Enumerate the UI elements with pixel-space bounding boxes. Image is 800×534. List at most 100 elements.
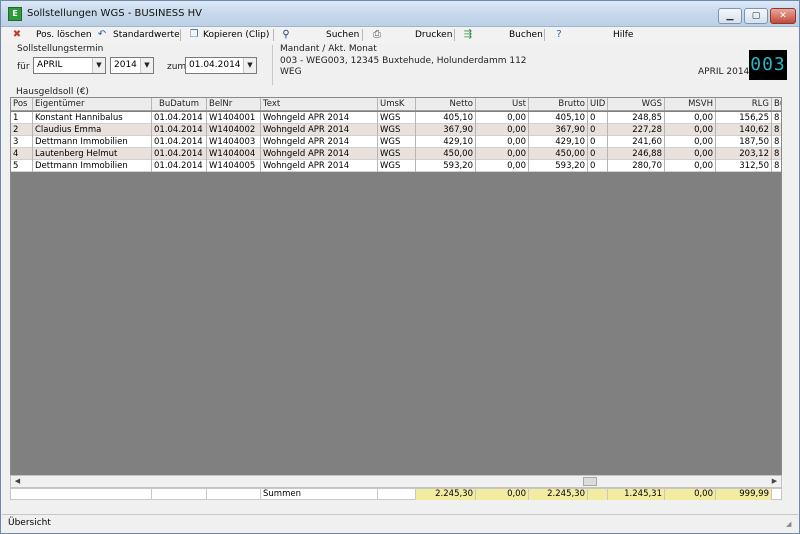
scrollbar-thumb[interactable] bbox=[583, 477, 597, 486]
table-cell[interactable]: 5 bbox=[11, 160, 33, 172]
table-cell[interactable]: W1404001 bbox=[207, 112, 261, 124]
table-cell[interactable]: 0,00 bbox=[665, 136, 716, 148]
title-bar[interactable]: E Sollstellungen WGS - BUSINESS HV ▁ ▢ ✕ bbox=[1, 1, 799, 27]
help-button[interactable]: Hilfe bbox=[613, 28, 633, 42]
table-cell[interactable]: 312,50 bbox=[716, 160, 772, 172]
chevron-down-icon[interactable]: ▼ bbox=[243, 58, 256, 73]
undo-icon[interactable]: ↶ bbox=[96, 29, 108, 41]
data-grid[interactable]: Pos Eigentümer BuDatum BelNr Text UmsK Netto Us… bbox=[10, 97, 782, 476]
table-cell[interactable]: 0,00 bbox=[476, 112, 529, 124]
column-header[interactable]: UID bbox=[588, 98, 608, 110]
table-cell[interactable]: 0,00 bbox=[476, 124, 529, 136]
table-cell[interactable]: 156,25 bbox=[716, 112, 772, 124]
chevron-down-icon[interactable]: ▼ bbox=[140, 58, 153, 73]
book-entry-icon[interactable]: ⇶ bbox=[462, 29, 474, 41]
date-picker[interactable]: 01.04.2014 ▼ bbox=[185, 57, 257, 74]
table-cell[interactable]: Wohngeld APR 2014 bbox=[261, 124, 378, 136]
table-cell[interactable]: 1 bbox=[11, 112, 33, 124]
table-cell[interactable]: 593,20 bbox=[529, 160, 588, 172]
table-cell[interactable]: 01.04.2014 bbox=[152, 148, 207, 160]
table-cell[interactable]: W1404005 bbox=[207, 160, 261, 172]
table-cell[interactable]: 0 bbox=[588, 148, 608, 160]
table-cell[interactable]: WGS bbox=[378, 160, 416, 172]
maximize-button[interactable]: ▢ bbox=[744, 8, 768, 24]
column-header[interactable]: BelNr bbox=[207, 98, 261, 110]
column-header[interactable]: Text bbox=[261, 98, 378, 110]
binoculars-icon[interactable]: ⚲ bbox=[280, 29, 292, 41]
table-cell[interactable]: Konstant Hannibalus bbox=[33, 112, 152, 124]
column-header[interactable]: Ust bbox=[476, 98, 529, 110]
table-cell[interactable]: 450,00 bbox=[416, 148, 476, 160]
print-button[interactable]: Drucken bbox=[415, 28, 452, 42]
month-select[interactable]: APRIL ▼ bbox=[33, 57, 106, 74]
table-cell[interactable]: 0,00 bbox=[665, 124, 716, 136]
column-header[interactable]: MSVH bbox=[665, 98, 716, 110]
table-row[interactable]: 2 Claudius Emma 01.04.2014 W1404002 Wohngeld… bbox=[11, 124, 781, 136]
table-cell[interactable]: 01.04.2014 bbox=[152, 124, 207, 136]
delete-position-button[interactable]: Pos. löschen bbox=[36, 28, 92, 42]
table-cell[interactable]: 246,88 bbox=[608, 148, 665, 160]
scroll-left-icon[interactable]: ◀ bbox=[11, 476, 24, 487]
table-cell[interactable]: 0,00 bbox=[476, 148, 529, 160]
table-cell[interactable]: 01.04.2014 bbox=[152, 136, 207, 148]
table-cell[interactable]: 3 bbox=[11, 136, 33, 148]
table-cell[interactable]: Dettmann Immobilien bbox=[33, 160, 152, 172]
table-cell[interactable]: Wohngeld APR 2014 bbox=[261, 160, 378, 172]
table-cell[interactable]: 429,10 bbox=[529, 136, 588, 148]
table-row[interactable]: 3 Dettmann Immobilien 01.04.2014 W1404003 Wo… bbox=[11, 136, 781, 148]
defaults-button[interactable]: Standardwerte bbox=[113, 28, 180, 42]
book-button[interactable]: Buchen bbox=[509, 28, 543, 42]
table-cell[interactable]: 248,85 bbox=[608, 112, 665, 124]
table-cell[interactable]: Wohngeld APR 2014 bbox=[261, 112, 378, 124]
copy-icon[interactable]: ❐ bbox=[188, 29, 200, 41]
table-cell[interactable]: 4 bbox=[11, 148, 33, 160]
printer-icon[interactable]: ⎙ bbox=[371, 29, 383, 41]
table-cell[interactable]: Claudius Emma bbox=[33, 124, 152, 136]
table-cell[interactable]: 0,00 bbox=[665, 148, 716, 160]
table-cell[interactable]: 8 bbox=[772, 112, 781, 124]
table-cell[interactable]: 0 bbox=[588, 136, 608, 148]
table-row[interactable]: 4 Lautenberg Helmut 01.04.2014 W1404004 Wohn… bbox=[11, 148, 781, 160]
column-header[interactable]: UmsK bbox=[378, 98, 416, 110]
table-cell[interactable]: W1404002 bbox=[207, 124, 261, 136]
table-cell[interactable]: 140,62 bbox=[716, 124, 772, 136]
table-cell[interactable]: 8 bbox=[772, 124, 781, 136]
table-cell[interactable]: 227,28 bbox=[608, 124, 665, 136]
table-cell[interactable]: 0,00 bbox=[476, 136, 529, 148]
table-cell[interactable]: W1404004 bbox=[207, 148, 261, 160]
table-cell[interactable]: 0 bbox=[588, 112, 608, 124]
table-cell[interactable]: 367,90 bbox=[529, 124, 588, 136]
table-cell[interactable]: 01.04.2014 bbox=[152, 112, 207, 124]
table-cell[interactable]: WGS bbox=[378, 148, 416, 160]
table-cell[interactable]: Wohngeld APR 2014 bbox=[261, 136, 378, 148]
search-button[interactable]: Suchen bbox=[326, 28, 359, 42]
column-header[interactable]: Brutto bbox=[529, 98, 588, 110]
table-row[interactable]: 1 Konstant Hannibalus 01.04.2014 W1404001 Wo… bbox=[11, 112, 781, 124]
column-header[interactable]: Netto bbox=[416, 98, 476, 110]
table-cell[interactable]: 01.04.2014 bbox=[152, 160, 207, 172]
horizontal-scrollbar[interactable]: ◀ ▶ bbox=[10, 475, 782, 488]
delete-position-icon[interactable]: ✖ bbox=[11, 29, 23, 41]
column-header[interactable]: RLG bbox=[716, 98, 772, 110]
table-cell[interactable]: WGS bbox=[378, 124, 416, 136]
table-cell[interactable]: 8 bbox=[772, 148, 781, 160]
table-cell[interactable]: 0,00 bbox=[476, 160, 529, 172]
table-cell[interactable]: W1404003 bbox=[207, 136, 261, 148]
table-cell[interactable]: WGS bbox=[378, 112, 416, 124]
table-cell[interactable]: 203,12 bbox=[716, 148, 772, 160]
table-cell[interactable]: 367,90 bbox=[416, 124, 476, 136]
table-cell[interactable]: Lautenberg Helmut bbox=[33, 148, 152, 160]
table-row[interactable]: 5 Dettmann Immobilien 01.04.2014 W1404005 Wo… bbox=[11, 160, 781, 172]
minimize-button[interactable]: ▁ bbox=[718, 8, 742, 24]
table-cell[interactable]: 0,00 bbox=[665, 112, 716, 124]
help-icon[interactable]: ? bbox=[553, 29, 565, 41]
table-cell[interactable]: Dettmann Immobilien bbox=[33, 136, 152, 148]
chevron-down-icon[interactable]: ▼ bbox=[92, 58, 105, 73]
table-cell[interactable]: WGS bbox=[378, 136, 416, 148]
table-cell[interactable]: 187,50 bbox=[716, 136, 772, 148]
resize-grip-icon[interactable]: ◢ bbox=[786, 520, 796, 530]
table-cell[interactable]: 405,10 bbox=[416, 112, 476, 124]
table-cell[interactable]: 450,00 bbox=[529, 148, 588, 160]
column-header[interactable]: BuDatum bbox=[152, 98, 207, 110]
table-cell[interactable]: 280,70 bbox=[608, 160, 665, 172]
